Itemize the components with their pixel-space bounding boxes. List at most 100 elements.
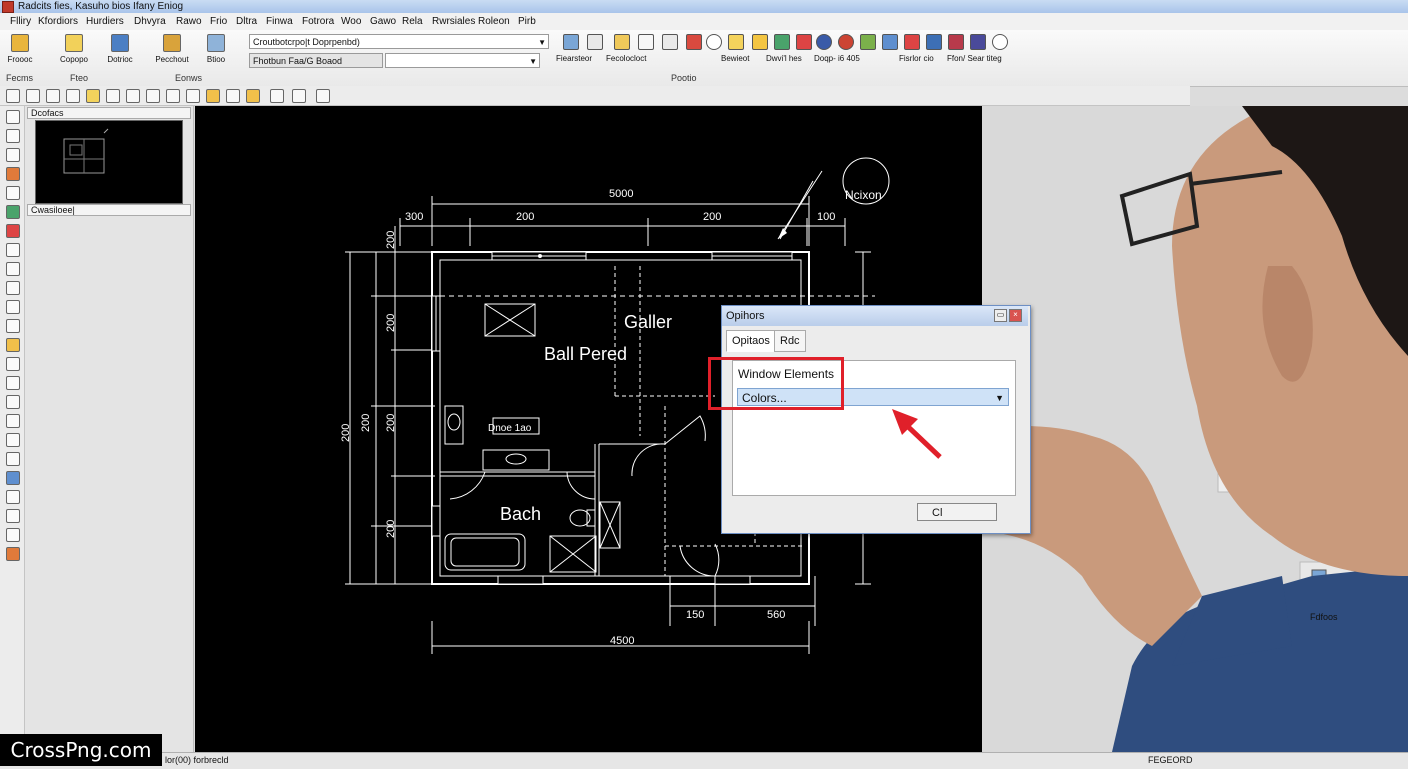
close-icon[interactable] [226, 89, 240, 103]
edit-icon[interactable] [614, 34, 630, 50]
flip-icon[interactable] [270, 89, 284, 103]
ribbon-button-btioo[interactable]: Btioo [196, 34, 236, 64]
text-icon[interactable] [6, 338, 20, 352]
dim-bottom-1: 150 [686, 609, 704, 621]
link-icon[interactable] [146, 89, 160, 103]
menu-item[interactable]: Kfordiors [38, 15, 78, 28]
dim-left-outer: 200 [340, 424, 352, 442]
pan-icon[interactable] [26, 89, 40, 103]
panel-header: Dcofacs [27, 107, 191, 119]
menu-item[interactable]: Hurdiers [86, 15, 124, 28]
red-pointer-arrow [892, 409, 942, 459]
ellipse-icon[interactable] [6, 224, 20, 238]
menu-item[interactable]: Finwa [266, 15, 293, 28]
ortho-icon[interactable] [106, 89, 120, 103]
block-icon[interactable] [6, 243, 20, 257]
style-combo[interactable]: Fhotbun Faa/G Boaod [249, 53, 383, 68]
mirror-icon[interactable] [292, 89, 306, 103]
delete-icon[interactable] [686, 34, 702, 50]
arc-icon[interactable] [6, 167, 20, 181]
ribbon-button-dotrioc[interactable]: Dotrioc [100, 34, 140, 64]
scale-icon[interactable] [6, 414, 20, 428]
linetype-combo[interactable]: ▼ [385, 53, 540, 68]
pencil-icon[interactable] [126, 89, 140, 103]
open-icon[interactable] [206, 89, 220, 103]
fillet-icon[interactable] [6, 490, 20, 504]
tab-options[interactable]: Opitaos [726, 330, 776, 352]
menu-item[interactable]: Fotrora [302, 15, 334, 28]
hatch-icon[interactable] [860, 34, 876, 50]
measure-icon[interactable] [563, 34, 579, 50]
table-icon[interactable] [638, 34, 654, 50]
folder-icon[interactable] [728, 34, 744, 50]
hatch-icon[interactable] [6, 281, 20, 295]
lock-icon[interactable] [246, 89, 260, 103]
room-label-bach: Bach [500, 504, 541, 524]
snap-icon[interactable] [66, 89, 80, 103]
globe-icon[interactable] [816, 34, 832, 50]
move-icon[interactable] [587, 34, 603, 50]
menu-item[interactable]: Rwrsiales [432, 15, 475, 28]
block-icon[interactable] [662, 34, 678, 50]
maximize-icon[interactable]: ▭ [994, 309, 1007, 322]
drawing-thumbnail[interactable] [35, 120, 183, 204]
line-icon[interactable] [6, 110, 20, 124]
dim-total-bottom: 4500 [610, 635, 634, 647]
extend-icon[interactable] [6, 452, 20, 466]
point-icon[interactable] [6, 262, 20, 276]
table-icon[interactable] [6, 319, 20, 333]
layers-icon[interactable] [166, 89, 180, 103]
close-icon[interactable]: × [1009, 309, 1022, 322]
text-icon[interactable] [882, 34, 898, 50]
move-icon[interactable] [6, 357, 20, 371]
circle-icon[interactable] [992, 34, 1008, 50]
menu-item[interactable]: Pirb [518, 15, 536, 28]
ribbon-button-pecchout[interactable]: Pecchout [152, 34, 192, 64]
arc-icon[interactable] [970, 34, 986, 50]
menu-item[interactable]: Gawo [370, 15, 396, 28]
tab-rdc[interactable]: Rdc [774, 330, 806, 352]
menu-item[interactable]: Flliry [10, 15, 31, 28]
grid-icon[interactable] [46, 89, 60, 103]
ribbon-button-froooc[interactable]: Froooc [0, 34, 40, 64]
rotate-icon[interactable] [6, 395, 20, 409]
trim-icon[interactable] [6, 433, 20, 447]
dim-left-5: 200 [360, 414, 372, 432]
layer-icon[interactable] [752, 34, 768, 50]
transform-icon[interactable] [316, 89, 330, 103]
ribbon-button-copopo[interactable]: Copopo [54, 34, 94, 64]
rectangle-icon[interactable] [6, 148, 20, 162]
highlight-box [708, 357, 844, 410]
explode-icon[interactable] [6, 528, 20, 542]
dim-bottom-2: 560 [767, 609, 785, 621]
chamfer-icon[interactable] [6, 509, 20, 523]
dimension-icon[interactable] [904, 34, 920, 50]
heart-icon[interactable] [948, 34, 964, 50]
dim-left-4: 200 [385, 520, 397, 538]
color-icon[interactable] [774, 34, 790, 50]
ok-button[interactable]: Cl [917, 503, 997, 521]
zoom-icon[interactable] [6, 89, 20, 103]
folder-icon[interactable] [86, 89, 100, 103]
menu-item[interactable]: Rawo [176, 15, 202, 28]
clock-icon[interactable] [706, 34, 722, 50]
properties-icon[interactable] [796, 34, 812, 50]
menu-item[interactable]: Woo [341, 15, 361, 28]
chart-icon[interactable] [926, 34, 942, 50]
menu-item[interactable]: Frio [210, 15, 227, 28]
polyline-icon[interactable] [6, 129, 20, 143]
circle-icon[interactable] [6, 186, 20, 200]
layer-combo[interactable]: Croutbotcrpo|t Doprpenbd) ▼ [249, 34, 549, 49]
region-icon[interactable] [6, 300, 20, 314]
spline-icon[interactable] [6, 205, 20, 219]
copy-icon[interactable] [6, 376, 20, 390]
record-icon[interactable] [838, 34, 854, 50]
image-icon[interactable] [186, 89, 200, 103]
menu-item[interactable]: Dltra [236, 15, 257, 28]
erase-icon[interactable] [6, 547, 20, 561]
menu-item[interactable]: Dhvyra [134, 15, 166, 28]
menu-item[interactable]: Rela [402, 15, 423, 28]
panel-footer: Cwasiloee| [27, 204, 191, 216]
offset-icon[interactable] [6, 471, 20, 485]
menu-item[interactable]: Roleon [478, 15, 510, 28]
